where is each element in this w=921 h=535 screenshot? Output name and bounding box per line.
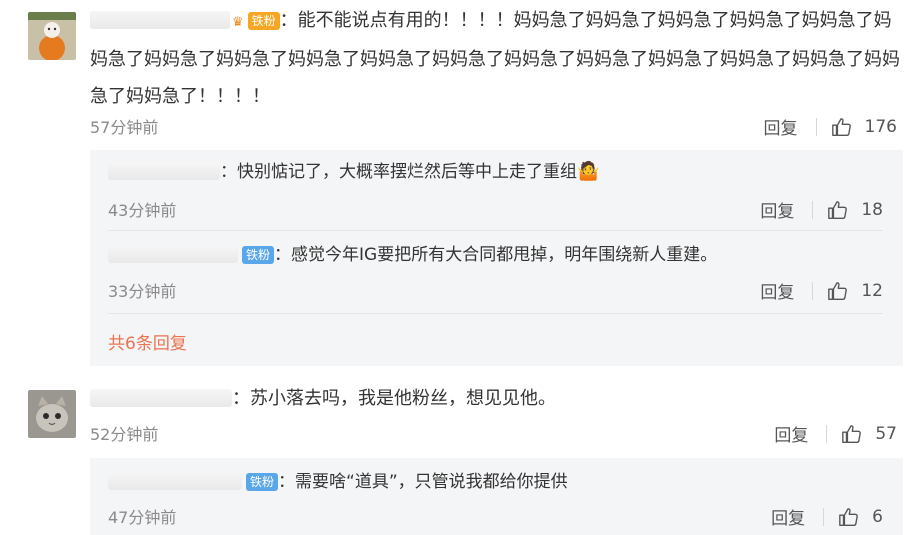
comment-text: ♛ 铁粉 ：能不能说点有用的！！！！妈妈急了妈妈急了妈妈急了妈妈急了妈妈急了妈妈急了… — [90, 2, 903, 115]
reply-actions: 回复 6 — [771, 504, 883, 530]
reply-time: 47分钟前 — [108, 508, 177, 527]
reply-button[interactable]: 回复 — [771, 504, 805, 529]
like-count: 176 — [864, 116, 897, 137]
reply-body: ：感觉今年IG要把所有大合同都甩掉，明年围绕新人重建。 — [274, 245, 718, 265]
thumbs-up-icon[interactable] — [827, 280, 849, 302]
reply-actions: 回复 18 — [760, 197, 883, 223]
divider — [812, 200, 814, 219]
comment-item: ♛ 铁粉 ：能不能说点有用的！！！！妈妈急了妈妈急了妈妈急了妈妈急了妈妈急了妈妈急了… — [0, 0, 921, 370]
reply-button[interactable]: 回复 — [764, 114, 798, 139]
comment-time: 57分钟前 — [90, 118, 159, 137]
like-count: 6 — [872, 506, 883, 527]
more-replies-link[interactable]: 共6条回复 — [108, 329, 187, 354]
like-count: 12 — [861, 280, 883, 301]
comment-body: ：苏小落去吗，我是他粉丝，想见见他。 — [232, 388, 556, 409]
reply-username[interactable] — [108, 245, 238, 263]
divider — [812, 281, 814, 300]
shrug-emoji: 🤷 — [577, 161, 600, 182]
divider — [815, 117, 817, 136]
username[interactable] — [90, 11, 230, 29]
crown-icon: ♛ — [232, 15, 244, 30]
thumbs-up-icon[interactable] — [827, 199, 849, 221]
thumbs-up-icon[interactable] — [841, 423, 863, 445]
fan-badge: 铁粉 — [242, 246, 275, 264]
fan-badge: 铁粉 — [247, 12, 280, 30]
comment-actions: 回复 57 — [774, 421, 897, 447]
avatar[interactable] — [28, 390, 76, 438]
reply-body: ：需要啥“道具”，只管说我都给你提供 — [278, 472, 568, 492]
reply-divider — [108, 313, 883, 314]
reply-text: 铁粉 ：需要啥“道具”，只管说我都给你提供 — [108, 467, 893, 497]
username[interactable] — [90, 389, 232, 407]
comment-text: ：苏小落去吗，我是他粉丝，想见见他。 — [90, 380, 903, 417]
thumbs-up-icon[interactable] — [838, 506, 860, 528]
avatar[interactable] — [28, 12, 76, 60]
thumbs-up-icon[interactable] — [831, 116, 853, 138]
reply-divider — [108, 230, 883, 231]
reply-button[interactable]: 回复 — [760, 278, 794, 303]
reply-actions: 回复 12 — [760, 278, 883, 304]
divider — [826, 424, 828, 443]
reply-username[interactable] — [108, 162, 220, 180]
reply-button[interactable]: 回复 — [760, 197, 794, 222]
reply-body: ：快别惦记了，大概率摆烂然后等中上走了重组 — [220, 162, 577, 182]
comment-time: 52分钟前 — [90, 425, 159, 444]
reply-box: 铁粉 ：需要啥“道具”，只管说我都给你提供 47分钟前 回复 6 — [90, 458, 903, 535]
reply-username[interactable] — [108, 472, 242, 490]
reply-text: ：快别惦记了，大概率摆烂然后等中上走了重组🤷 — [108, 157, 893, 187]
comment-actions: 回复 176 — [764, 114, 897, 140]
reply-time: 43分钟前 — [108, 201, 177, 220]
reply-button[interactable]: 回复 — [774, 421, 808, 446]
divider — [823, 507, 825, 526]
fan-badge: 铁粉 — [246, 473, 279, 491]
reply-time: 33分钟前 — [108, 282, 177, 301]
reply-text: 铁粉 ：感觉今年IG要把所有大合同都甩掉，明年围绕新人重建。 — [108, 240, 893, 270]
like-count: 57 — [875, 423, 897, 444]
reply-box: ：快别惦记了，大概率摆烂然后等中上走了重组🤷 43分钟前 回复 18 铁粉 ：感觉… — [90, 150, 903, 366]
like-count: 18 — [861, 199, 883, 220]
comment-item: ：苏小落去吗，我是他粉丝，想见见他。 52分钟前 回复 57 铁粉 ：需要啥“道具… — [0, 378, 921, 535]
